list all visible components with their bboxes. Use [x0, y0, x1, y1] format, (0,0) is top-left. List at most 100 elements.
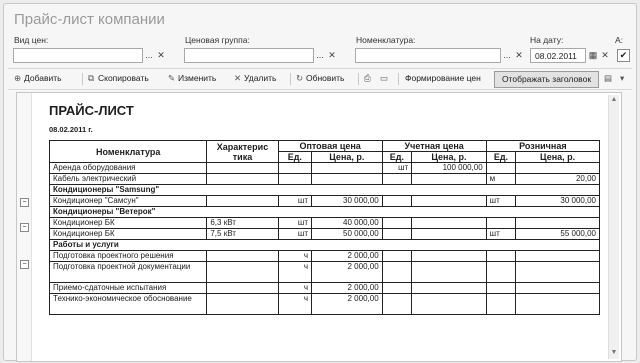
nomenclature-field[interactable]: [355, 48, 501, 63]
price-list-window: Прайс-лист компании Вид цен: Ценовая гру…: [3, 3, 637, 362]
cell-a-price: [411, 228, 487, 240]
preview-button[interactable]: ▭: [380, 73, 390, 85]
cell-r-unit: [485, 293, 517, 315]
collapse-group-samsung[interactable]: −: [20, 198, 29, 207]
settings-button[interactable]: ▤: [604, 73, 614, 85]
scroll-down-icon[interactable]: ▼: [610, 349, 618, 357]
copy-icon: ⧉: [88, 73, 95, 83]
group-row[interactable]: Кондиционеры "Samsung": [49, 184, 600, 196]
table-row[interactable]: Кондиционер БК 6,3 кВт шт 40 000,00: [48, 217, 600, 229]
table-row[interactable]: Приемо-сдаточные испытания ч 2 000,00: [48, 282, 600, 294]
generate-prices-button[interactable]: Формирование цен: [405, 73, 481, 85]
cell-r-unit: [485, 282, 517, 294]
price-type-label: Вид цен:: [14, 35, 49, 45]
column-header-wholesale: Оптовая цена: [277, 140, 383, 152]
price-type-clear-icon[interactable]: ✕: [156, 50, 166, 61]
cell-w-unit: [277, 162, 313, 174]
cell-name: Технико-экономическое обоснование: [48, 293, 208, 315]
show-header-button[interactable]: Отображать заголовок: [494, 71, 599, 88]
table-row[interactable]: Технико-экономическое обоснование ч 2 000,…: [48, 293, 600, 315]
cell-r-price: [515, 217, 600, 229]
cell-w-unit: [277, 173, 313, 185]
cell-w-price: [311, 173, 383, 185]
delete-button[interactable]: ✕ Удалить: [234, 73, 276, 85]
add-button[interactable]: ⊕ Добавить: [14, 73, 62, 85]
column-header-price: Цена, р.: [515, 151, 600, 163]
cell-r-unit: м: [485, 173, 517, 185]
table-row[interactable]: Подготовка проектного решения ч 2 000,00: [48, 250, 600, 262]
report-heading: ПРАЙС-ЛИСТ: [49, 103, 134, 118]
column-header-unit: Ед.: [485, 151, 517, 163]
collapse-group-veterok[interactable]: −: [20, 223, 29, 232]
refresh-icon: ↻: [296, 73, 304, 83]
report-document[interactable]: − − − ПРАЙС-ЛИСТ 08.02.2011 г. Номенклат…: [16, 92, 622, 362]
cell-w-price: 2 000,00: [311, 282, 383, 294]
cell-w-price: 50 000,00: [311, 228, 383, 240]
toolbar-divider: [290, 73, 291, 85]
cell-name: Подготовка проектной документации: [48, 261, 208, 283]
cell-a-unit: [381, 282, 413, 294]
cell-w-unit: ч: [277, 282, 313, 294]
cell-a-price: [411, 195, 487, 207]
price-table-body: Аренда оборудования шт 100 000,00 Кабель эл…: [48, 162, 600, 315]
cell-a-price: [411, 217, 487, 229]
cell-a-unit: [381, 217, 413, 229]
calendar-icon[interactable]: ▦: [588, 50, 598, 61]
cell-w-unit: ч: [277, 293, 313, 315]
table-row[interactable]: Кабель электрический м 20,00: [48, 173, 600, 185]
group-name-cell: Кондиционеры "Samsung": [49, 184, 600, 196]
print-icon: ⎙: [364, 73, 371, 83]
column-header-accounting: Учетная цена: [381, 140, 487, 152]
edit-button[interactable]: ✎ Изменить: [168, 73, 216, 85]
price-group-field[interactable]: [184, 48, 314, 63]
date-field[interactable]: 08.02.2011: [530, 48, 586, 63]
cell-a-price: [411, 282, 487, 294]
cell-r-price: [515, 282, 600, 294]
table-row[interactable]: Аренда оборудования шт 100 000,00: [48, 162, 600, 174]
nomenclature-clear-icon[interactable]: ✕: [514, 50, 524, 61]
cell-r-price: [515, 162, 600, 174]
column-header-price: Цена, р.: [411, 151, 487, 163]
group-row[interactable]: Работы и услуги: [49, 239, 600, 251]
price-type-select-button[interactable]: ...: [144, 50, 154, 61]
table-row[interactable]: Кондиционер "Самсун" шт 30 000,00 шт 30 000,…: [48, 195, 600, 207]
price-group-label: Ценовая группа:: [185, 35, 250, 45]
cell-r-unit: [485, 250, 517, 262]
cell-w-price: 30 000,00: [311, 195, 383, 207]
more-actions-button[interactable]: ▾: [620, 73, 630, 85]
price-group-select-button[interactable]: ...: [315, 50, 325, 61]
price-type-field[interactable]: [13, 48, 143, 63]
cell-w-unit: шт: [277, 195, 313, 207]
group-row[interactable]: Кондиционеры "Ветерок": [49, 206, 600, 218]
vertical-scrollbar[interactable]: ▲ ▼: [608, 95, 619, 359]
cell-char: [206, 173, 279, 185]
cell-a-unit: шт: [381, 162, 413, 174]
table-row[interactable]: Подготовка проектной документации ч 2 000,…: [48, 261, 600, 283]
table-row[interactable]: Кондиционер БК 7,5 кВт шт 50 000,00 шт 55 000…: [48, 228, 600, 240]
price-table: Номенклатура Характерис тика Оптовая цен…: [48, 140, 601, 315]
cell-w-price: 2 000,00: [311, 261, 383, 283]
column-header-characteristic: Характерис тика: [206, 140, 279, 163]
cell-r-price: [515, 250, 600, 262]
date-label: На дату:: [530, 35, 564, 45]
refresh-button[interactable]: ↻ Обновить: [296, 73, 345, 85]
preview-icon: ▭: [380, 73, 389, 83]
date-clear-icon[interactable]: ✕: [600, 50, 610, 61]
copy-button[interactable]: ⧉ Скопировать: [88, 73, 149, 85]
price-group-clear-icon[interactable]: ✕: [327, 50, 337, 61]
cell-a-price: [411, 250, 487, 262]
a-checkbox[interactable]: ✔: [617, 49, 630, 62]
cell-name: Подготовка проектного решения: [48, 250, 208, 262]
print-button[interactable]: ⎙: [364, 73, 374, 85]
cell-a-unit: [381, 293, 413, 315]
cell-r-unit: [485, 261, 517, 283]
nomenclature-select-button[interactable]: ...: [502, 50, 512, 61]
cell-r-unit: шт: [485, 195, 517, 207]
grouping-gutter: − − −: [17, 93, 32, 361]
cell-r-unit: шт: [485, 228, 517, 240]
scroll-up-icon[interactable]: ▲: [610, 96, 618, 104]
add-icon: ⊕: [14, 73, 22, 83]
cell-r-price: 55 000,00: [515, 228, 600, 240]
collapse-group-services[interactable]: −: [20, 260, 29, 269]
cell-r-price: [515, 293, 600, 315]
